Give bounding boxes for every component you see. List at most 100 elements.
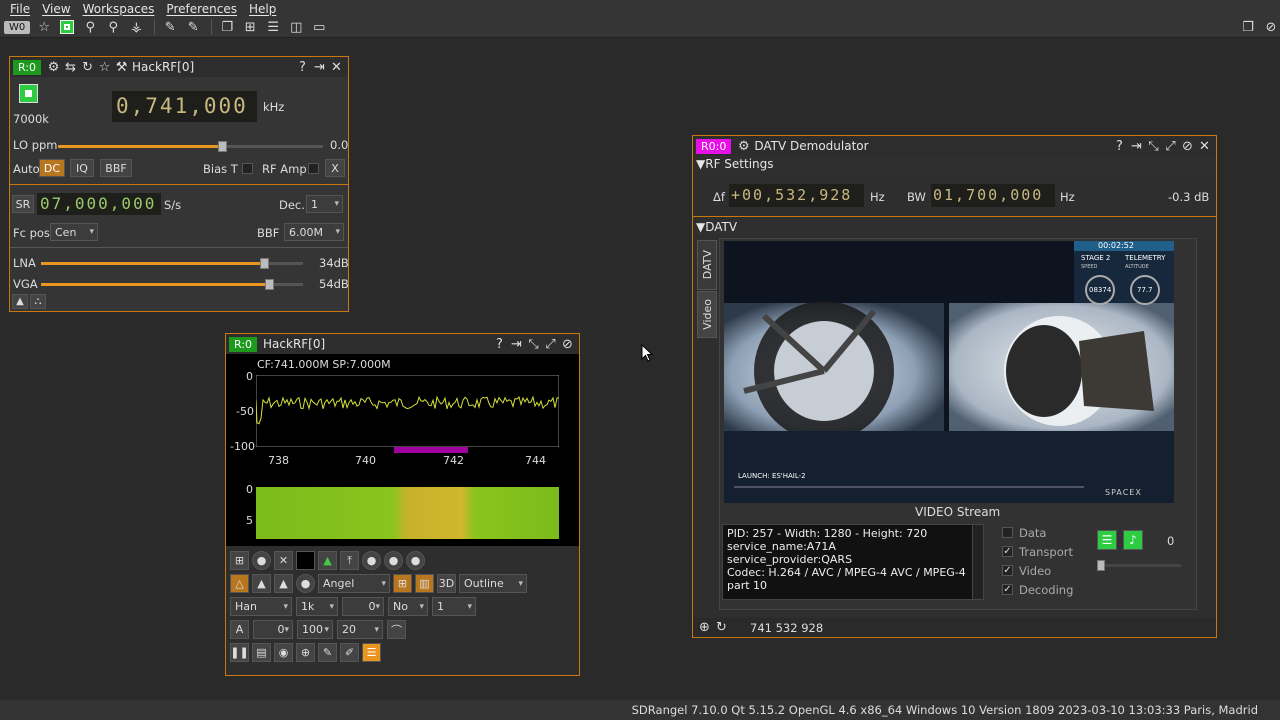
mode-select[interactable]: Outline (459, 574, 527, 593)
triangle-icon[interactable]: ▲ (12, 294, 28, 309)
reload-icon[interactable]: ↻ (80, 60, 95, 75)
help-icon[interactable]: ? (295, 60, 310, 75)
menu-icon[interactable]: ☰ (362, 643, 381, 662)
move-icon[interactable]: ⇥ (1129, 139, 1144, 154)
audio-volume-slider[interactable] (1097, 560, 1181, 571)
workspace-tag[interactable]: W0 (4, 20, 31, 34)
grid-icon[interactable]: ⊞ (230, 551, 249, 570)
move-icon[interactable]: ⇥ (509, 337, 524, 352)
swap-icon[interactable]: ⇆ (63, 60, 78, 75)
hide-icon[interactable]: ⊘ (1180, 139, 1195, 154)
float-icon[interactable]: ❐ (1238, 18, 1258, 36)
averaging-mode-select[interactable]: No (388, 597, 428, 616)
gear-icon[interactable]: ⚙ (736, 139, 751, 154)
star-icon[interactable]: ☆ (97, 60, 112, 75)
menu-help[interactable]: Help (249, 2, 276, 16)
sr-button[interactable]: SR (12, 195, 34, 213)
iq-button[interactable]: IQ (70, 159, 94, 177)
hide-icon[interactable]: ⊘ (560, 337, 575, 352)
lna-slider[interactable] (41, 258, 303, 269)
decimation-select[interactable]: 1 (306, 195, 343, 213)
gradient-icon[interactable]: ▲ (274, 574, 293, 593)
palette-select[interactable]: Angel (318, 574, 390, 593)
bias-t-checkbox[interactable] (242, 163, 253, 174)
menu-view[interactable]: View (42, 2, 70, 16)
delta-f-dial[interactable]: +00,532,928 (729, 184, 864, 207)
close-icon[interactable]: ✕ (329, 60, 344, 75)
flag-transport[interactable]: ✓ Transport (1002, 545, 1073, 559)
flag-data[interactable]: Data (1002, 526, 1073, 540)
fft-size-select[interactable]: 1k (296, 597, 338, 616)
waterfall-grid-icon[interactable]: ⊞ (393, 574, 412, 593)
close-icon[interactable]: ✕ (1197, 139, 1212, 154)
shrink-icon[interactable]: ⤡ (526, 337, 541, 352)
trace-intensity-dial[interactable]: ● (362, 551, 381, 570)
sample-rate-dial[interactable]: 07,000,000 (37, 193, 161, 215)
spectrum-toggle-icon[interactable]: △ (230, 574, 249, 593)
x-button[interactable]: X (325, 159, 345, 177)
dc-button[interactable]: DC (39, 159, 65, 177)
rf-settings-header[interactable]: ▼ RF Settings (696, 156, 1213, 172)
cascade-icon[interactable]: ❐ (217, 18, 237, 36)
ruler-icon[interactable]: ✎ (318, 643, 337, 662)
stack-vertical-icon[interactable]: ◫ (286, 18, 306, 36)
color-swatch[interactable] (296, 551, 315, 570)
fc-pos-select[interactable]: Cen (50, 223, 98, 241)
play-audio-icon[interactable]: ☰ (1097, 530, 1117, 550)
gear-icon[interactable]: ⚙ (46, 60, 61, 75)
averaging-select[interactable]: 1 (432, 597, 476, 616)
menu-preferences[interactable]: Preferences (166, 2, 237, 16)
tile-icon[interactable]: ⊞ (240, 18, 260, 36)
fill-icon[interactable]: ▲ (252, 574, 271, 593)
histogram-dial[interactable]: ● (296, 574, 315, 593)
vga-slider[interactable] (41, 279, 303, 290)
feature-presets-icon[interactable]: ✎ (183, 18, 203, 36)
clear-icon[interactable]: ✕ (274, 551, 293, 570)
decay-dial[interactable]: ● (384, 551, 403, 570)
speaker-icon[interactable]: ♪ (1123, 530, 1143, 550)
max-hold-icon[interactable]: ⤒ (340, 551, 359, 570)
add-rx-icon[interactable]: ⚲ (80, 18, 100, 36)
help-icon[interactable]: ? (492, 337, 507, 352)
peak-icon[interactable]: ▲ (318, 551, 337, 570)
3d-icon[interactable]: 3D (437, 574, 456, 593)
refresh-icon[interactable]: ↻ (714, 620, 729, 635)
channel-marker[interactable] (394, 447, 468, 453)
maximize-icon[interactable]: ⤢ (543, 337, 558, 352)
ref-level-spin[interactable]: 0 (253, 620, 293, 639)
add-feature-icon[interactable]: ✎ (160, 18, 180, 36)
add-channel-icon[interactable]: ⚒ (114, 60, 129, 75)
target-icon[interactable]: ⊕ (697, 620, 712, 635)
tab-video[interactable]: Video (697, 291, 717, 338)
bbf-select[interactable]: 6.00M (284, 223, 344, 241)
info-scrollbar[interactable] (972, 525, 983, 599)
spectrum-display[interactable]: CF:741.000M SP:7.000M 0 -50 -100 738 740… (226, 354, 579, 546)
decay-divisor-dial[interactable]: ● (406, 551, 425, 570)
pause-icon[interactable]: ❚❚ (230, 643, 249, 662)
video-frame[interactable]: 00:02:52 STAGE 2 TELEMETRY SPEED ALTITUD… (724, 241, 1174, 503)
center-frequency-dial[interactable]: 0,741,000 (112, 91, 257, 122)
marker-icon[interactable]: ✐ (340, 643, 359, 662)
flag-decoding[interactable]: ✓ Decoding (1002, 583, 1073, 597)
broadcast-icon[interactable]: ◉ (274, 643, 293, 662)
add-mimo-icon[interactable]: ⚶ (126, 18, 146, 36)
range-spin[interactable]: 100 (297, 620, 333, 639)
move-icon[interactable]: ⇥ (312, 60, 327, 75)
curve-icon[interactable]: ⌒ (387, 620, 406, 639)
bbf-button[interactable]: BBF (100, 159, 132, 177)
save-icon[interactable]: ▤ (252, 643, 271, 662)
help-icon[interactable]: ? (1112, 139, 1127, 154)
add-tx-icon[interactable]: ⚲ (103, 18, 123, 36)
tab-datv[interactable]: DATV (697, 240, 717, 290)
lo-ppm-slider[interactable] (58, 141, 323, 152)
grid-intensity-dial[interactable]: ● (252, 551, 271, 570)
flag-video[interactable]: ✓ Video (1002, 564, 1073, 578)
menu-workspaces[interactable]: Workspaces (83, 2, 155, 16)
stream-info-box[interactable]: PID: 257 - Width: 1280 - Height: 720 ser… (722, 524, 984, 600)
rate-select[interactable]: 20 (337, 620, 383, 639)
hide-icon[interactable]: ⊘ (1261, 18, 1280, 36)
rf-amp-checkbox[interactable] (308, 163, 319, 174)
waterfall-icon[interactable]: ▥ (415, 574, 434, 593)
crosshair-icon[interactable]: ⊕ (296, 643, 315, 662)
auto-scale-button[interactable]: A (230, 620, 249, 639)
